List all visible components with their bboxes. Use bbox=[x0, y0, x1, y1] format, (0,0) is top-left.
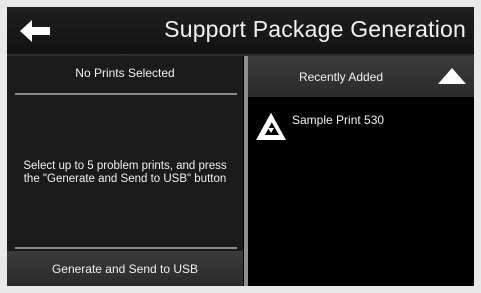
divider-line-top bbox=[15, 93, 237, 95]
selection-status: No Prints Selected bbox=[75, 66, 175, 80]
header-bar: Support Package Generation bbox=[7, 7, 474, 56]
generate-and-send-button[interactable]: Generate and Send to USB bbox=[7, 251, 243, 286]
arrow-left-icon bbox=[20, 19, 50, 42]
back-button[interactable] bbox=[7, 7, 63, 54]
print-name: Sample Print 530 bbox=[292, 113, 385, 127]
print-list-panel: Recently Added Sample Print 530 bbox=[248, 56, 474, 286]
instructions-line-2: the "Generate and Send to USB" button bbox=[23, 173, 227, 185]
instructions-line-1: Select up to 5 problem prints, and press bbox=[23, 160, 227, 172]
sort-dropdown[interactable]: Recently Added bbox=[248, 56, 434, 97]
triangle-up-icon[interactable] bbox=[438, 68, 466, 84]
instructions-text: Select up to 5 problem prints, and press… bbox=[7, 160, 243, 186]
screen: Support Package Generation No Prints Sel… bbox=[7, 7, 474, 286]
print-logo-icon bbox=[256, 113, 286, 140]
print-list-item[interactable]: Sample Print 530 bbox=[248, 109, 474, 143]
page-title: Support Package Generation bbox=[164, 16, 466, 42]
divider-line-bottom bbox=[15, 247, 237, 249]
selection-panel: No Prints Selected Select up to 5 proble… bbox=[7, 56, 243, 286]
sort-bar: Recently Added bbox=[248, 56, 474, 97]
